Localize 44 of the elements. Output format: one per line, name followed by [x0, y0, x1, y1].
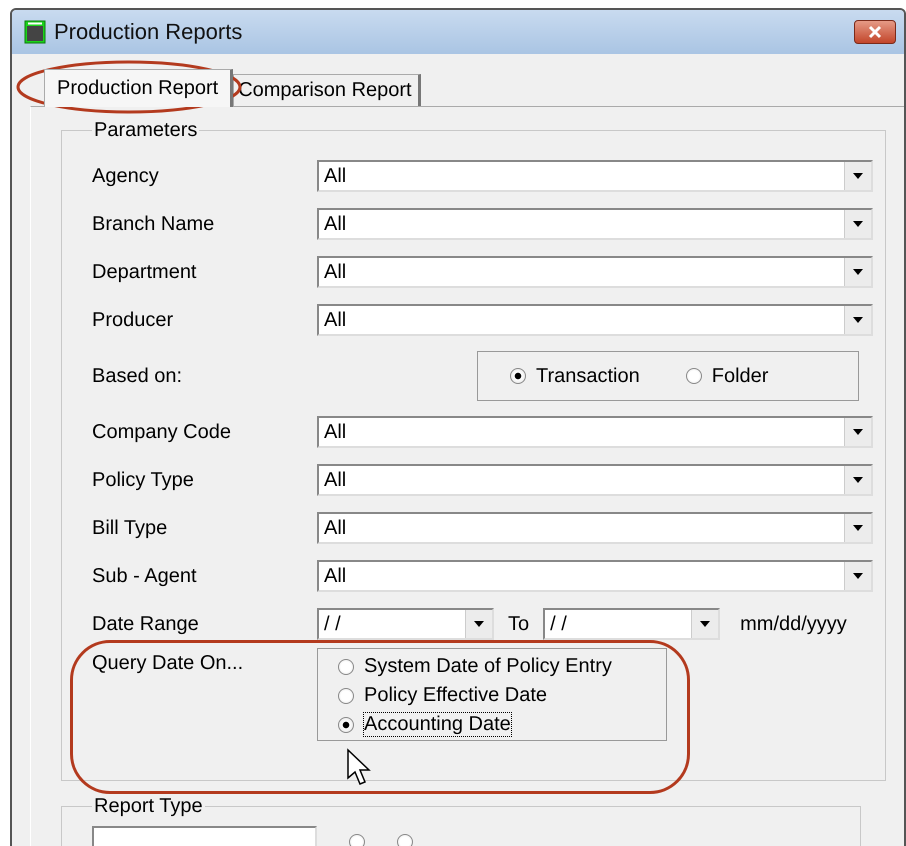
radio-button[interactable]: [338, 688, 354, 704]
radio-option[interactable]: Folder: [686, 364, 768, 388]
dropdown-field[interactable]: All: [317, 464, 873, 496]
close-button[interactable]: [854, 20, 896, 44]
window-title: Production Reports: [54, 19, 244, 45]
date-field[interactable]: / /: [543, 608, 720, 640]
dropdown-field[interactable]: All: [317, 208, 873, 240]
radio-option[interactable]: Accounting Date: [338, 713, 666, 736]
field-label: Branch Name: [92, 212, 216, 236]
field-label: Policy Type: [92, 468, 195, 492]
dropdown-field[interactable]: All: [317, 304, 873, 336]
field-label: Company Code: [92, 420, 232, 444]
tab[interactable]: Comparison Report: [233, 74, 421, 106]
field-label: Date Range: [92, 612, 200, 636]
radio-button[interactable]: [349, 834, 365, 846]
to-label: To: [508, 612, 530, 636]
cursor-icon: [346, 748, 372, 786]
radio-button[interactable]: [686, 368, 702, 384]
field-label: Query Date On...: [92, 652, 244, 675]
dropdown-field[interactable]: All: [317, 160, 873, 192]
date-field[interactable]: / /: [317, 608, 494, 640]
field-label: Department: [92, 260, 198, 284]
field-label: Bill Type: [92, 516, 168, 540]
window-icon: [24, 20, 46, 44]
field-label: Agency: [92, 164, 160, 188]
radio-button[interactable]: [510, 368, 526, 384]
close-icon[interactable]: [867, 25, 883, 39]
radio-option[interactable]: Policy Effective Date: [338, 684, 666, 707]
radio-button[interactable]: [338, 716, 354, 732]
group-title: Parameters: [93, 119, 198, 142]
field-label: Sub - Agent: [92, 564, 198, 588]
field-label: Based on:: [92, 364, 184, 388]
tab[interactable]: Production Report: [44, 69, 234, 107]
dropdown-field[interactable]: All: [317, 256, 873, 288]
dropdown-field[interactable]: All: [317, 560, 873, 592]
radio-button[interactable]: [397, 834, 413, 846]
radio-option[interactable]: System Date of Policy Entry: [338, 655, 666, 678]
radio-option[interactable]: Transaction: [510, 364, 640, 388]
radio-button[interactable]: [338, 658, 354, 674]
dropdown-field[interactable]: All: [317, 416, 873, 448]
field-label: Producer: [92, 308, 174, 332]
group-title: Report Type: [93, 795, 204, 818]
dropdown-field[interactable]: All: [317, 512, 873, 544]
date-format-hint: mm/dd/yyyy: [740, 612, 847, 636]
